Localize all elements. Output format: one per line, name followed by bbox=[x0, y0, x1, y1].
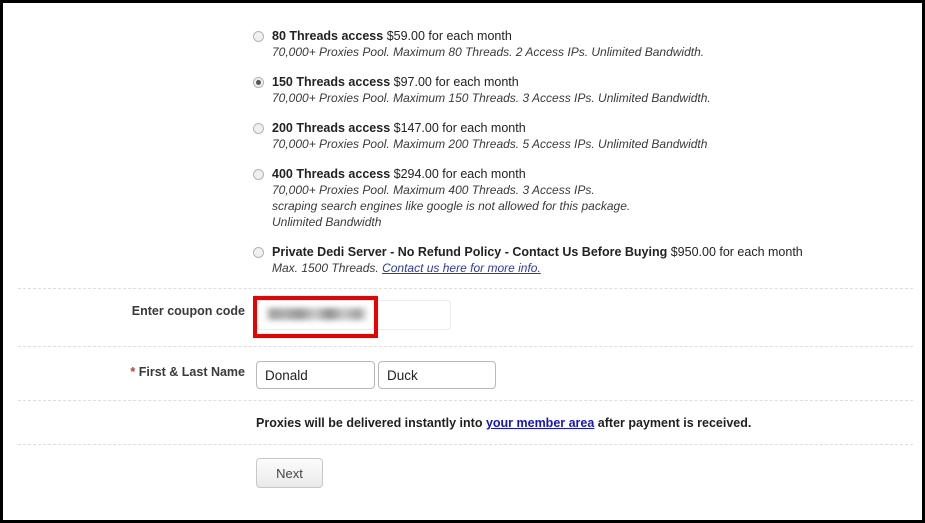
contact-us-link[interactable]: Contact us here for more info. bbox=[382, 261, 541, 275]
plan-price: $59.00 for each month bbox=[386, 29, 512, 43]
plan-name: 150 Threads access bbox=[272, 75, 391, 89]
delivery-text-before: Proxies will be delivered instantly into bbox=[256, 416, 486, 430]
plan-option-private-dedi-server[interactable]: Private Dedi Server - No Refund Policy -… bbox=[253, 244, 903, 276]
plan-price: $950.00 for each month bbox=[670, 245, 803, 259]
plan-price: $97.00 for each month bbox=[393, 75, 519, 89]
page-frame: 80 Threads access $59.00 for each month … bbox=[0, 0, 925, 523]
radio-icon-200-threads[interactable] bbox=[253, 123, 264, 134]
plan-title-400-threads: 400 Threads access $294.00 for each mont… bbox=[272, 166, 903, 182]
plan-description-200-threads: 70,000+ Proxies Pool. Maximum 200 Thread… bbox=[272, 137, 708, 151]
radio-icon-400-threads[interactable] bbox=[253, 169, 264, 180]
plan-description-text: Max. 1500 Threads. bbox=[272, 261, 383, 275]
radio-icon-private-dedi-server[interactable] bbox=[253, 247, 264, 258]
coupon-code-input[interactable] bbox=[256, 300, 451, 330]
separator-below-name bbox=[18, 400, 913, 401]
plan-price: $294.00 for each month bbox=[393, 167, 526, 181]
plan-option-200-threads[interactable]: 200 Threads access $147.00 for each mont… bbox=[253, 120, 903, 152]
member-area-link[interactable]: your member area bbox=[486, 416, 594, 430]
plan-description-400-threads-line2: scraping search engines like google is n… bbox=[272, 199, 631, 213]
separator-below-coupon bbox=[18, 346, 913, 347]
name-label: * First & Last Name bbox=[45, 365, 245, 379]
radio-icon-80-threads[interactable] bbox=[253, 31, 264, 42]
delivery-notice: Proxies will be delivered instantly into… bbox=[256, 416, 751, 430]
plan-title-150-threads: 150 Threads access $97.00 for each month bbox=[272, 74, 903, 90]
separator-above-coupon bbox=[18, 288, 913, 289]
plan-name: 200 Threads access bbox=[272, 121, 391, 135]
separator-below-delivery bbox=[18, 444, 913, 445]
plan-description-80-threads: 70,000+ Proxies Pool. Maximum 80 Threads… bbox=[272, 45, 705, 59]
order-form-panel: 80 Threads access $59.00 for each month … bbox=[3, 3, 922, 520]
delivery-text-after: after payment is received. bbox=[594, 416, 752, 430]
next-button[interactable]: Next bbox=[256, 458, 323, 488]
plan-title-200-threads: 200 Threads access $147.00 for each mont… bbox=[272, 120, 903, 136]
plan-name: 400 Threads access bbox=[272, 167, 391, 181]
plan-option-150-threads[interactable]: 150 Threads access $97.00 for each month… bbox=[253, 74, 903, 106]
plan-option-400-threads[interactable]: 400 Threads access $294.00 for each mont… bbox=[253, 166, 903, 230]
plan-options-group: 80 Threads access $59.00 for each month … bbox=[253, 28, 903, 276]
plan-price: $147.00 for each month bbox=[393, 121, 526, 135]
plan-title-private-dedi-server: Private Dedi Server - No Refund Policy -… bbox=[272, 244, 903, 260]
plan-name: Private Dedi Server - No Refund Policy -… bbox=[272, 245, 668, 259]
plan-name: 80 Threads access bbox=[272, 29, 384, 43]
plan-option-80-threads[interactable]: 80 Threads access $59.00 for each month … bbox=[253, 28, 903, 60]
radio-icon-150-threads[interactable] bbox=[253, 77, 264, 88]
name-label-text: First & Last Name bbox=[138, 365, 245, 379]
last-name-input[interactable] bbox=[378, 361, 496, 389]
plan-description-private-dedi-server: Max. 1500 Threads. Contact us here for m… bbox=[272, 261, 903, 276]
coupon-code-label: Enter coupon code bbox=[131, 304, 245, 318]
plan-description-400-threads-line1: 70,000+ Proxies Pool. Maximum 400 Thread… bbox=[272, 183, 595, 197]
required-asterisk: * bbox=[130, 365, 136, 379]
plan-title-80-threads: 80 Threads access $59.00 for each month bbox=[272, 28, 903, 44]
plan-description-400-threads-line3: Unlimited Bandwidth bbox=[272, 215, 382, 229]
plan-description-150-threads: 70,000+ Proxies Pool. Maximum 150 Thread… bbox=[272, 91, 711, 105]
first-name-input[interactable] bbox=[256, 361, 375, 389]
